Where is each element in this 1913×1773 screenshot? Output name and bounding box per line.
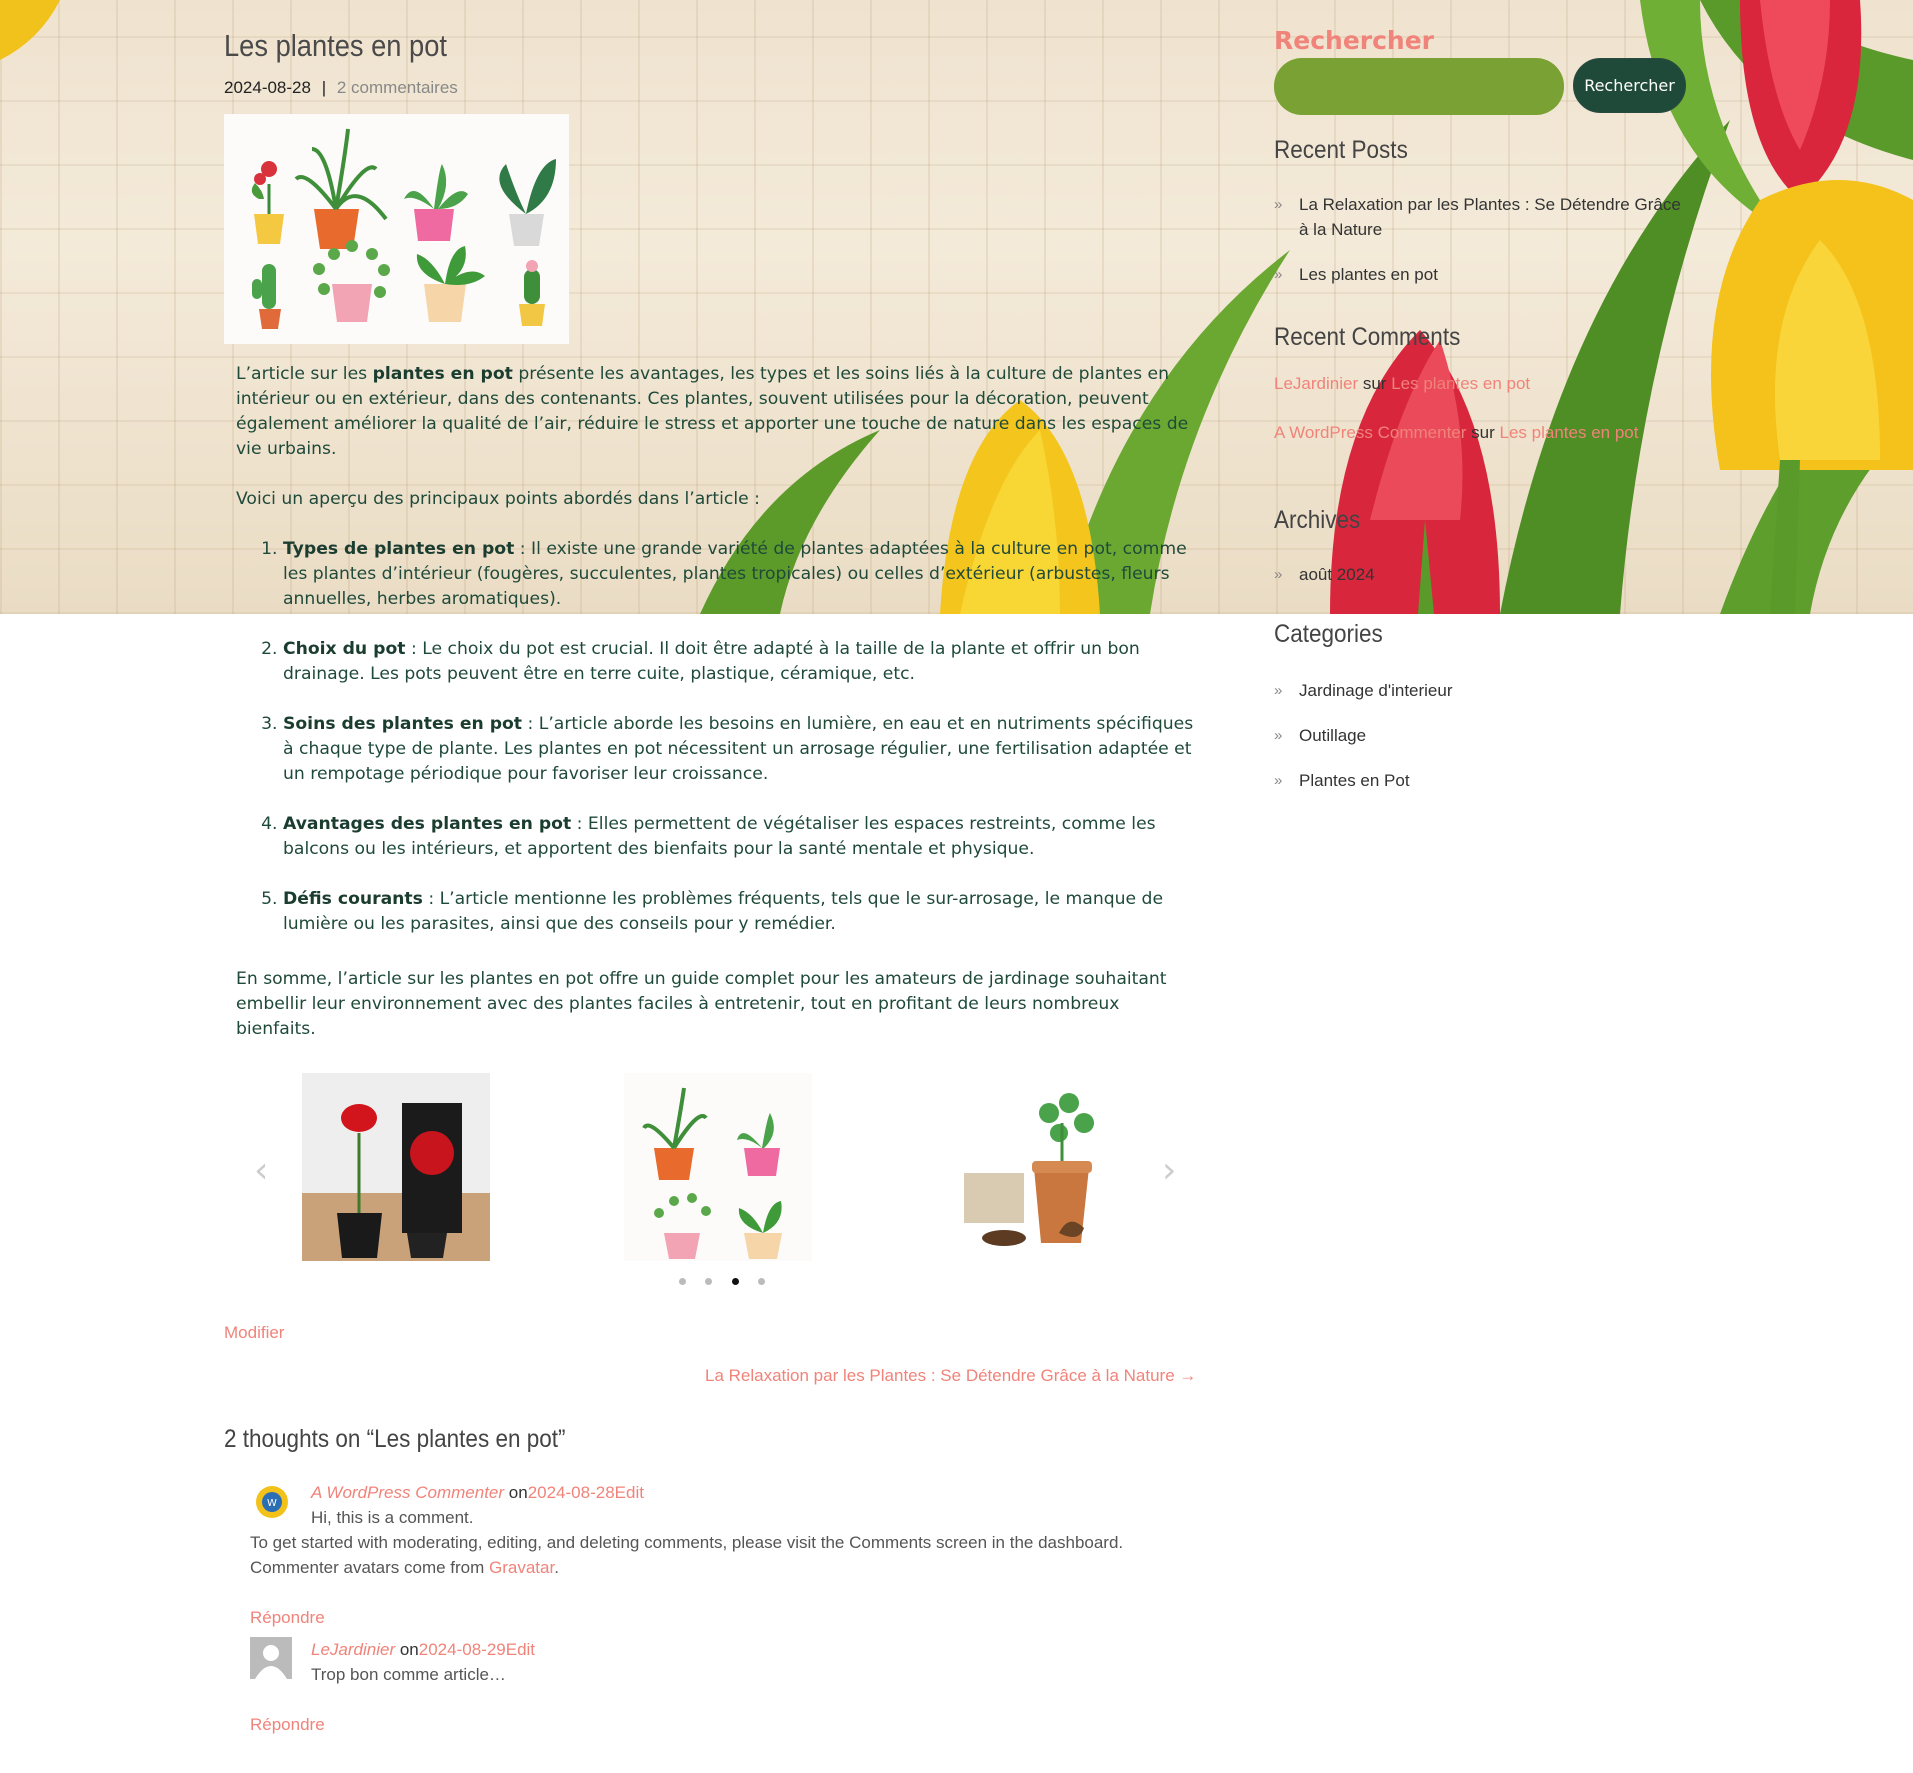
list-item: Avantages des plantes en pot : Elles per… (283, 812, 1196, 862)
gravatar-link[interactable]: Gravatar (489, 1558, 554, 1577)
carousel-slide-poppy[interactable] (302, 1073, 490, 1261)
comment-on-text: on (399, 1640, 419, 1659)
recent-comments-title: Recent Comments (1274, 323, 1461, 351)
comments-count-link[interactable]: 2 commentaires (337, 78, 458, 97)
category-link[interactable]: Jardinage d'interieur (1299, 681, 1453, 700)
recent-post-link[interactable]: La Relaxation par les Plantes : Se Déten… (1299, 195, 1681, 239)
comment-author[interactable]: A WordPress Commenter (311, 1483, 504, 1502)
recent-comment-sur: sur (1362, 374, 1387, 393)
post-content: L’article sur les plantes en pot présent… (236, 362, 1196, 1067)
default-avatar-icon (250, 1637, 292, 1679)
meta-separator: | (321, 78, 327, 97)
recent-comment-sur: sur (1471, 423, 1495, 442)
recent-comment-post[interactable]: Les plantes en pot (1391, 374, 1530, 393)
carousel-dot[interactable] (758, 1278, 766, 1285)
reply-link[interactable]: Répondre (250, 1712, 535, 1737)
point-text: : Le choix du pot est crucial. Il doit ê… (283, 639, 1140, 684)
chevron-right-icon: » (1274, 682, 1283, 699)
next-post-link[interactable]: La Relaxation par les Plantes : Se Déten… (705, 1366, 1196, 1386)
post-meta: 2024-08-28 | 2 commentaires (224, 78, 458, 98)
archive-link[interactable]: août 2024 (1299, 565, 1375, 584)
recent-comment-post[interactable]: Les plantes en pot (1500, 423, 1639, 442)
list-item[interactable]: » août 2024 (1274, 562, 1375, 587)
comment-item: W A WordPress Commenter on2024-08-28Edit… (250, 1480, 1123, 1630)
list-item: Soins des plantes en pot : L’article abo… (283, 712, 1196, 787)
comments-title: 2 thoughts on “Les plantes en pot” (224, 1425, 566, 1453)
recent-comment-item: LeJardinier sur Les plantes en pot (1274, 374, 1530, 394)
search-button[interactable]: Rechercher (1573, 58, 1686, 113)
list-item[interactable]: » Outillage (1274, 723, 1453, 748)
chevron-right-icon: » (1274, 566, 1283, 583)
featured-image (224, 114, 569, 344)
carousel-dot[interactable] (679, 1278, 686, 1285)
carousel-dot-active[interactable] (731, 1278, 739, 1285)
comment-edit-link[interactable]: Edit (615, 1483, 644, 1502)
carousel-pagination (679, 1272, 780, 1290)
archives-list: » août 2024 (1274, 562, 1375, 587)
point-title: Types de plantes en pot (283, 539, 515, 559)
list-item[interactable]: » La Relaxation par les Plantes : Se Déte… (1274, 192, 1684, 242)
post-title: Les plantes en pot (224, 28, 447, 63)
chevron-left-icon[interactable]: ‹ (254, 1150, 268, 1191)
recent-comment-author[interactable]: A WordPress Commenter (1274, 423, 1466, 442)
potted-plant-illustration (251, 128, 556, 249)
point-title: Soins des plantes en pot (283, 714, 523, 734)
potted-plant-illustration-row2 (252, 240, 545, 329)
svg-text:W: W (267, 1498, 277, 1509)
comment-date[interactable]: 2024-08-28 (528, 1483, 615, 1502)
image-carousel: ‹ › (224, 1070, 1214, 1300)
search-widget-title: Rechercher (1274, 26, 1435, 55)
wordpress-avatar-icon: W (256, 1486, 288, 1518)
recent-posts-title: Recent Posts (1274, 136, 1408, 164)
carousel-dot[interactable] (705, 1278, 713, 1285)
list-item: Choix du pot : Le choix du pot est cruci… (283, 637, 1196, 687)
category-link[interactable]: Plantes en Pot (1299, 771, 1410, 790)
comment-item: LeJardinier on2024-08-29Edit Trop bon co… (250, 1637, 535, 1737)
categories-list: » Jardinage d'interieur » Outillage » Plant… (1274, 678, 1453, 793)
chevron-right-icon: » (1274, 266, 1283, 283)
search-input[interactable] (1274, 58, 1564, 115)
comment-text: To get started with moderating, editing,… (250, 1533, 1124, 1552)
carousel-slide-plants[interactable] (624, 1073, 812, 1261)
list-item[interactable]: » Plantes en Pot (1274, 768, 1453, 793)
comment-text: Trop bon comme article… (311, 1665, 506, 1684)
comment-text-part: Commenter avatars come from (250, 1558, 490, 1577)
chevron-right-icon: » (1274, 196, 1283, 213)
comment-date[interactable]: 2024-08-29 (419, 1640, 506, 1659)
edit-post-link[interactable]: Modifier (224, 1323, 284, 1343)
list-item[interactable]: » Jardinage d'interieur (1274, 678, 1453, 703)
conclusion-paragraph: En somme, l’article sur les plantes en p… (236, 969, 1167, 1039)
recent-post-link[interactable]: Les plantes en pot (1299, 265, 1438, 284)
intro-text: L’article sur les (236, 364, 373, 384)
comment-text: Hi, this is a comment. (311, 1508, 474, 1527)
point-title: Avantages des plantes en pot (283, 814, 572, 834)
list-item: Défis courants : L’article mentionne les… (283, 887, 1196, 937)
comment-text: Commenter avatars come from Gravatar. (250, 1555, 1123, 1580)
archives-title: Archives (1274, 506, 1361, 534)
list-item[interactable]: » Les plantes en pot (1274, 262, 1684, 287)
categories-title: Categories (1274, 620, 1383, 648)
chevron-right-icon[interactable]: › (1162, 1150, 1176, 1191)
intro-paragraph: L’article sur les plantes en pot présent… (236, 362, 1196, 462)
point-title: Défis courants (283, 889, 423, 909)
post-date[interactable]: 2024-08-28 (224, 78, 311, 97)
category-link[interactable]: Outillage (1299, 726, 1366, 745)
chevron-right-icon: » (1274, 727, 1283, 744)
chevron-right-icon: » (1274, 772, 1283, 789)
list-item: Types de plantes en pot : Il existe une … (283, 537, 1196, 612)
recent-comment-item: A WordPress Commenter sur Les plantes en… (1274, 423, 1638, 443)
intro-keyword: plantes en pot (372, 364, 513, 384)
comment-text-part: . (554, 1558, 559, 1577)
point-title: Choix du pot (283, 639, 406, 659)
carousel-slide-clover-kit[interactable] (944, 1073, 1132, 1261)
comment-edit-link[interactable]: Edit (506, 1640, 535, 1659)
points-list: Types de plantes en pot : Il existe une … (236, 537, 1196, 937)
comment-on-text: on (508, 1483, 528, 1502)
overview-paragraph: Voici un aperçu des principaux points ab… (236, 489, 760, 509)
reply-link[interactable]: Répondre (250, 1605, 1123, 1630)
comment-author[interactable]: LeJardinier (311, 1640, 395, 1659)
recent-comment-author[interactable]: LeJardinier (1274, 374, 1358, 393)
recent-posts-list: » La Relaxation par les Plantes : Se Déte… (1274, 192, 1684, 287)
